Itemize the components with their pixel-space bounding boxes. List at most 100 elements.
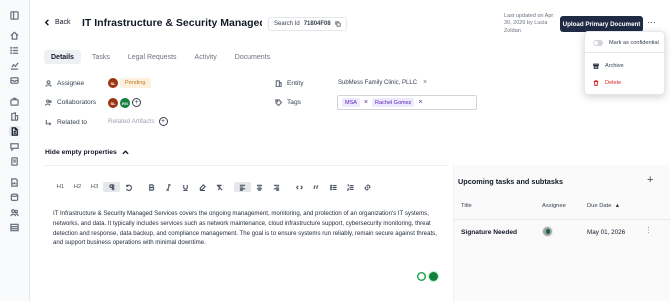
entity-value[interactable]: SubMess Family Clinic, PLLC ×: [338, 79, 427, 86]
inbox-icon[interactable]: [9, 75, 20, 85]
database-icon[interactable]: [9, 192, 20, 202]
row-more-icon[interactable]: ···: [644, 226, 653, 234]
tab-legal-requests[interactable]: Legal Requests: [121, 50, 184, 64]
more-options-button[interactable]: ···: [647, 18, 657, 28]
collaborators-label-row: Collaborators: [45, 99, 96, 106]
add-collaborator-button[interactable]: +: [132, 98, 141, 107]
undo-button[interactable]: [120, 182, 137, 192]
remove-entity-icon[interactable]: ×: [423, 79, 427, 86]
heading1-button[interactable]: H1: [52, 182, 69, 192]
location-pin-icon[interactable]: ⬤: [417, 272, 426, 281]
add-related-artifact-button[interactable]: +: [158, 117, 168, 126]
panel-title: Upcoming tasks and subtasks: [458, 177, 564, 186]
tab-documents[interactable]: Documents: [228, 50, 277, 64]
chat-icon[interactable]: [9, 141, 20, 151]
menu-item-label: Delete: [605, 80, 622, 86]
related-artifacts-field[interactable]: Related Artifacts +: [108, 117, 168, 126]
collaborator-avatar[interactable]: RG: [120, 98, 130, 108]
collaborator-avatar[interactable]: SL: [108, 98, 118, 108]
tag-icon: [275, 99, 282, 106]
menu-item-delete[interactable]: Delete: [593, 80, 621, 86]
description-text[interactable]: IT Infrastructure & Security Managed Ser…: [53, 209, 443, 248]
remove-tag-icon[interactable]: ×: [364, 99, 368, 106]
briefcase-icon[interactable]: [9, 96, 20, 106]
chevron-left-icon: [44, 19, 49, 26]
paragraph-icon: [109, 183, 115, 190]
panel-toggle-icon[interactable]: [9, 10, 20, 20]
file-icon[interactable]: [9, 156, 20, 166]
numbered-list-button[interactable]: [342, 182, 359, 192]
tag-chip: MSA: [342, 98, 360, 107]
report-icon[interactable]: [9, 177, 20, 187]
assignee-avatar[interactable]: SL: [108, 78, 118, 88]
link-button[interactable]: [359, 182, 376, 192]
assignee-label: Assignee: [57, 80, 85, 87]
bullet-list-button[interactable]: [325, 182, 342, 192]
users-icon[interactable]: [9, 207, 20, 217]
upload-primary-document-button[interactable]: Upload Primary Document: [560, 16, 643, 32]
related-label-row: Related to: [45, 119, 87, 126]
quote-button[interactable]: [308, 182, 325, 192]
menu-item-label: Archive: [605, 63, 624, 69]
heading3-button[interactable]: H3: [86, 182, 103, 192]
toggle-switch[interactable]: [593, 40, 603, 46]
code-icon: [296, 184, 303, 190]
highlight-button[interactable]: [194, 182, 211, 192]
tags-label-row: Tags: [275, 99, 301, 106]
highlighter-icon: [199, 183, 206, 191]
menu-divider: [585, 52, 666, 53]
tags-input[interactable]: MSA × Rachel Gomez ×: [337, 95, 477, 110]
bullet-list-icon: [330, 184, 337, 190]
grammar-assistant-icon[interactable]: [428, 271, 439, 282]
entity-label-row: Entity: [275, 80, 304, 87]
building-icon[interactable]: [9, 111, 20, 121]
menu-item-mark-confidential[interactable]: Mark as confidential: [593, 40, 659, 46]
task-title[interactable]: Signature Needed: [461, 229, 517, 236]
align-left-button[interactable]: [234, 182, 251, 192]
menu-item-label: Mark as confidential: [609, 40, 659, 46]
document-icon[interactable]: [9, 126, 20, 136]
align-right-button[interactable]: [268, 182, 285, 192]
column-header-assignee: Assignee: [542, 203, 566, 209]
search-id-label: Search Id: [274, 21, 300, 27]
underline-button[interactable]: [177, 182, 194, 192]
table-icon[interactable]: [9, 222, 20, 232]
task-due-date: May 01, 2026: [587, 229, 626, 236]
remove-tag-icon[interactable]: ×: [418, 99, 422, 106]
task-assignee-avatar: [542, 226, 553, 237]
due-date-label: Due Date: [587, 203, 612, 209]
tab-details[interactable]: Details: [44, 50, 81, 64]
clear-format-button[interactable]: [211, 182, 228, 192]
related-artifacts-placeholder: Related Artifacts: [108, 118, 155, 125]
italic-button[interactable]: [160, 182, 177, 192]
heading2-button[interactable]: H2: [69, 182, 86, 192]
entity-name: SubMess Family Clinic, PLLC: [338, 79, 418, 86]
tab-tasks[interactable]: Tasks: [85, 50, 117, 64]
align-center-button[interactable]: [251, 182, 268, 192]
align-right-icon: [273, 184, 280, 191]
copy-icon[interactable]: [334, 21, 341, 27]
editor-toolbar: H1 H2 H3: [52, 182, 376, 192]
archive-icon: [593, 63, 599, 69]
home-icon[interactable]: [9, 30, 20, 40]
bold-button[interactable]: [143, 182, 160, 192]
add-task-button[interactable]: +: [647, 174, 653, 186]
back-button[interactable]: Back: [44, 19, 71, 26]
table-row[interactable]: Signature Needed May 01, 2026 ···: [454, 219, 670, 245]
assignee-avatar-initials: SL: [108, 78, 118, 88]
column-header-due-date[interactable]: Due Date ▲: [587, 203, 620, 209]
person-icon: [45, 80, 52, 87]
chart-icon[interactable]: [9, 60, 20, 70]
align-center-icon: [256, 184, 263, 191]
options-menu: Mark as confidential Archive Delete: [584, 31, 666, 95]
page-title: IT Infrastructure & Security Managed Ser…: [82, 17, 262, 29]
hide-empty-properties-toggle[interactable]: Hide empty properties: [45, 149, 129, 156]
menu-item-archive[interactable]: Archive: [593, 63, 624, 69]
tag-chip: Rachel Gomez: [372, 98, 415, 107]
tab-activity[interactable]: Activity: [188, 50, 224, 64]
code-button[interactable]: [291, 182, 308, 192]
paragraph-button[interactable]: [103, 182, 120, 192]
assignee-status-badge: Pending: [120, 78, 151, 88]
column-header-title: Title: [461, 203, 472, 209]
list-icon[interactable]: [9, 45, 20, 55]
